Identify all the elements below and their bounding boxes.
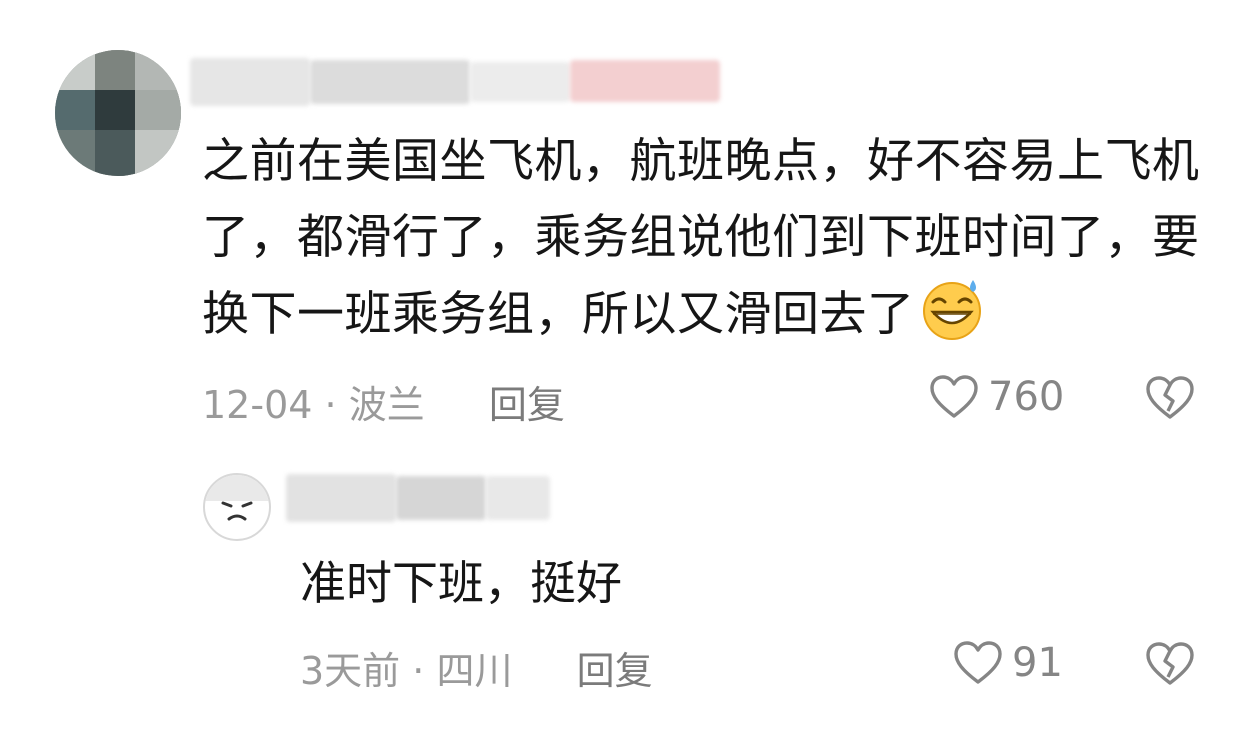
broken-heart-icon[interactable] <box>1144 375 1196 421</box>
reply-avatar[interactable] <box>203 473 271 541</box>
meta-separator: · <box>324 383 337 427</box>
comment-body: 之前在美国坐飞机，航班晚点，好不容易上飞机了，都滑行了，乘务组说他们到下班时间了… <box>202 124 1212 353</box>
reply-date: 3天前 <box>300 649 401 693</box>
reply-meta: 3天前 · 四川 回复 <box>300 640 653 695</box>
reply-button[interactable]: 回复 <box>577 649 653 693</box>
like-count: 760 <box>988 374 1065 420</box>
comment-text: 之前在美国坐飞机，航班晚点，好不容易上飞机了，都滑行了，乘务组说他们到下班时间了… <box>202 134 1200 342</box>
like-button[interactable]: 760 <box>928 374 1064 420</box>
comment-location: 波兰 <box>348 383 425 427</box>
commenter-avatar[interactable] <box>55 50 181 176</box>
meta-separator: · <box>412 649 425 693</box>
heart-icon <box>954 641 1002 684</box>
sweat-smile-emoji-icon <box>922 280 981 340</box>
heart-icon <box>930 375 978 418</box>
reply-button[interactable]: 回复 <box>489 383 565 427</box>
reply-like-count: 91 <box>1012 640 1063 686</box>
face-icon <box>205 475 269 521</box>
comment-date: 12-04 <box>202 383 313 427</box>
broken-heart-icon[interactable] <box>1144 641 1196 687</box>
reply-like-button[interactable]: 91 <box>952 640 1063 686</box>
reply-location: 四川 <box>436 649 513 693</box>
comment-meta: 12-04 · 波兰 回复 <box>202 374 565 429</box>
reply-body: 准时下班，挺好 <box>300 556 622 610</box>
